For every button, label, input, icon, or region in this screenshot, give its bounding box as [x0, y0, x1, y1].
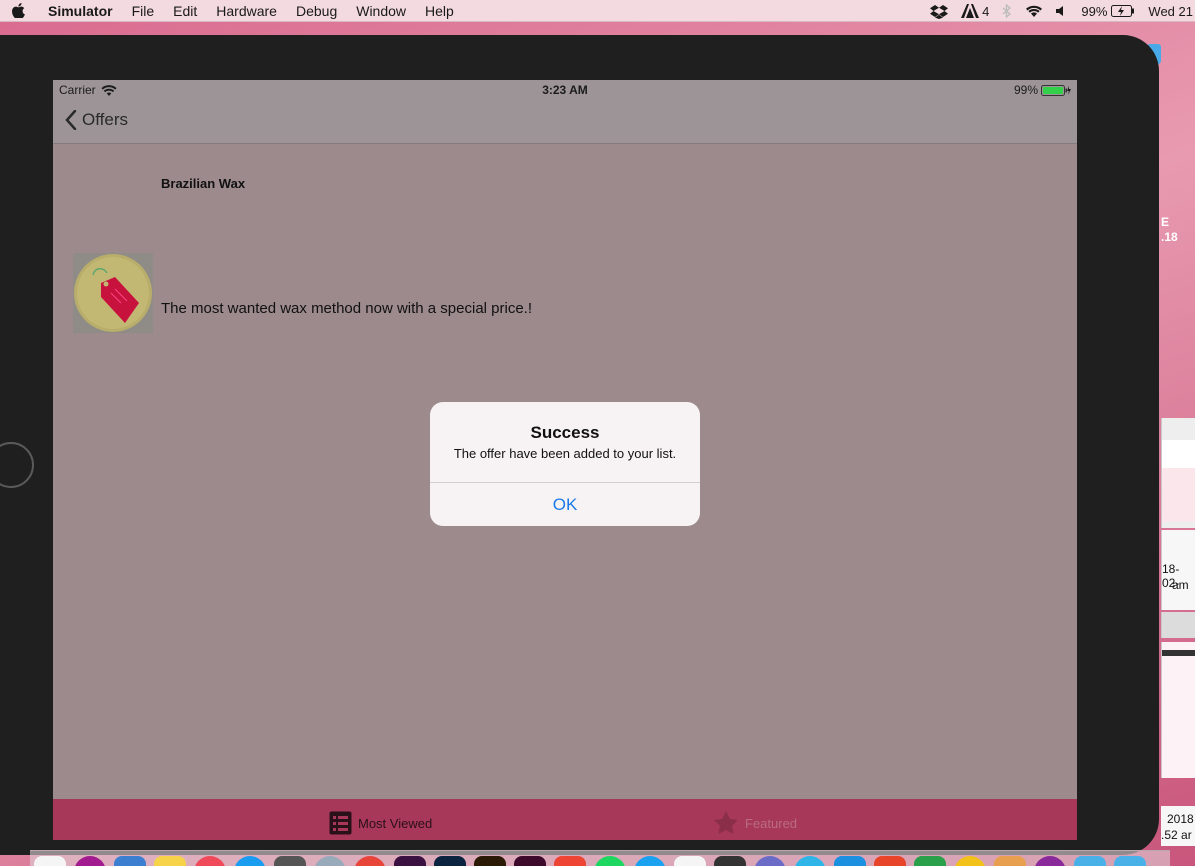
- dock-app-icon-4[interactable]: [314, 856, 346, 866]
- menu-debug[interactable]: Debug: [296, 3, 337, 19]
- dock-finder-icon[interactable]: [34, 856, 66, 866]
- device-battery-status: 99%: [1014, 83, 1071, 97]
- dock-app-icon-14[interactable]: [954, 856, 986, 866]
- menu-help[interactable]: Help: [425, 3, 454, 19]
- dock-app-icon-16[interactable]: [1034, 856, 1066, 866]
- dock-app-icon-7[interactable]: [554, 856, 586, 866]
- menu-app-name[interactable]: Simulator: [48, 3, 113, 19]
- menu-file[interactable]: File: [132, 3, 155, 19]
- dock-music-icon[interactable]: [194, 856, 226, 866]
- adobe-count: 4: [982, 3, 990, 19]
- dock-app-icon-11[interactable]: [834, 856, 866, 866]
- home-button[interactable]: [0, 442, 34, 488]
- dock-app-icon-8[interactable]: [714, 856, 746, 866]
- navigation-bar: Offers: [53, 100, 1077, 144]
- star-icon: [713, 811, 739, 835]
- dock-notes-icon[interactable]: [154, 856, 186, 866]
- macos-dock: [30, 850, 1170, 866]
- menu-edit[interactable]: Edit: [173, 3, 197, 19]
- dock-app-icon-18[interactable]: [1114, 856, 1146, 866]
- tab-most-viewed[interactable]: Most Viewed: [329, 811, 432, 835]
- tab-most-viewed-label: Most Viewed: [358, 815, 433, 831]
- dock-app-icon-5[interactable]: [354, 856, 386, 866]
- desktop-label-e: E: [1161, 215, 1170, 229]
- adobe-icon: [961, 4, 980, 18]
- battery-charging-icon: [1111, 5, 1135, 17]
- battery-percent: 99%: [1081, 3, 1108, 19]
- dock-app-icon-1[interactable]: [74, 856, 106, 866]
- desktop-file-label-c: 2018: [1167, 812, 1194, 826]
- desktop-right-edge: E .18 18-02- am 2018 .52 ar: [1147, 22, 1195, 846]
- list-icon: [329, 811, 352, 835]
- tab-bar: Most Viewed Featured: [53, 799, 1077, 840]
- dock-app-icon-3[interactable]: [274, 856, 306, 866]
- menu-hardware[interactable]: Hardware: [216, 3, 277, 19]
- desktop-strip-divider: [1161, 612, 1195, 638]
- dock-app-icon-10[interactable]: [794, 856, 826, 866]
- dock-illustrator-icon[interactable]: [474, 856, 506, 866]
- dropbox-icon[interactable]: [930, 4, 949, 19]
- menu-clock[interactable]: Wed 21: [1148, 4, 1195, 19]
- ios-status-bar: Carrier 3:23 AM 99%: [53, 80, 1077, 100]
- back-button-label: Offers: [82, 110, 128, 129]
- status-time: 3:23 AM: [542, 83, 588, 97]
- dock-app-icon-15[interactable]: [994, 856, 1026, 866]
- offer-description: The most wanted wax method now with a sp…: [161, 300, 533, 317]
- bluetooth-icon[interactable]: [1002, 4, 1012, 18]
- battery-icon: [1041, 84, 1071, 96]
- dock-app-icon-9[interactable]: [754, 856, 786, 866]
- success-alert: Success The offer have been added to you…: [430, 402, 700, 526]
- desktop-file-item[interactable]: 18-02- am: [1161, 530, 1195, 610]
- dock-app-icon-2[interactable]: [114, 856, 146, 866]
- chevron-left-icon: [65, 110, 77, 130]
- device-screen: Carrier 3:23 AM 99% Offers Brazilian Wax: [53, 80, 1077, 840]
- alert-title: Success: [530, 423, 600, 442]
- dock-indesign-icon[interactable]: [514, 856, 546, 866]
- dock-app-icon-13[interactable]: [914, 856, 946, 866]
- battery-status[interactable]: 99%: [1081, 4, 1135, 19]
- device-battery-percent: 99%: [1013, 83, 1038, 97]
- dock-skype-icon[interactable]: [634, 856, 666, 866]
- apple-menu-icon[interactable]: [0, 3, 36, 18]
- price-tag-icon: [74, 254, 152, 332]
- dock-photoshop-icon[interactable]: [434, 856, 466, 866]
- desktop-label-18: .18: [1161, 230, 1178, 244]
- back-button[interactable]: Offers: [65, 110, 128, 130]
- wifi-icon[interactable]: [1025, 4, 1043, 18]
- dock-app-icon-17[interactable]: [1074, 856, 1106, 866]
- dock-appstore-icon[interactable]: [234, 856, 266, 866]
- desktop-file-thumbnail[interactable]: [1161, 418, 1195, 528]
- offer-tag-image: [73, 253, 153, 333]
- adobe-cc-status[interactable]: 4: [961, 4, 989, 19]
- tab-featured[interactable]: Featured: [713, 811, 797, 835]
- alert-message: The offer have been added to your list.: [453, 446, 677, 461]
- offer-title: Brazilian Wax: [161, 176, 246, 191]
- desktop-file-label-d: .52 ar: [1161, 828, 1192, 842]
- dock-calendar-icon[interactable]: [674, 856, 706, 866]
- dock-app-icon-12[interactable]: [874, 856, 906, 866]
- alert-ok-button[interactable]: OK: [430, 483, 700, 526]
- macos-menu-bar: Simulator File Edit Hardware Debug Windo…: [0, 0, 1195, 22]
- dock-spotify-icon[interactable]: [594, 856, 626, 866]
- tab-featured-label: Featured: [745, 815, 798, 831]
- menu-window[interactable]: Window: [356, 3, 406, 19]
- desktop-file-item-2[interactable]: 2018 .52 ar: [1161, 806, 1195, 846]
- volume-icon[interactable]: [1056, 5, 1068, 17]
- desktop-file-label-b: am: [1172, 578, 1189, 592]
- dock-app-icon-6[interactable]: [394, 856, 426, 866]
- desktop-file-thumbnail-2[interactable]: [1161, 642, 1195, 778]
- menu-extras: 4 99% Wed 21: [930, 0, 1195, 22]
